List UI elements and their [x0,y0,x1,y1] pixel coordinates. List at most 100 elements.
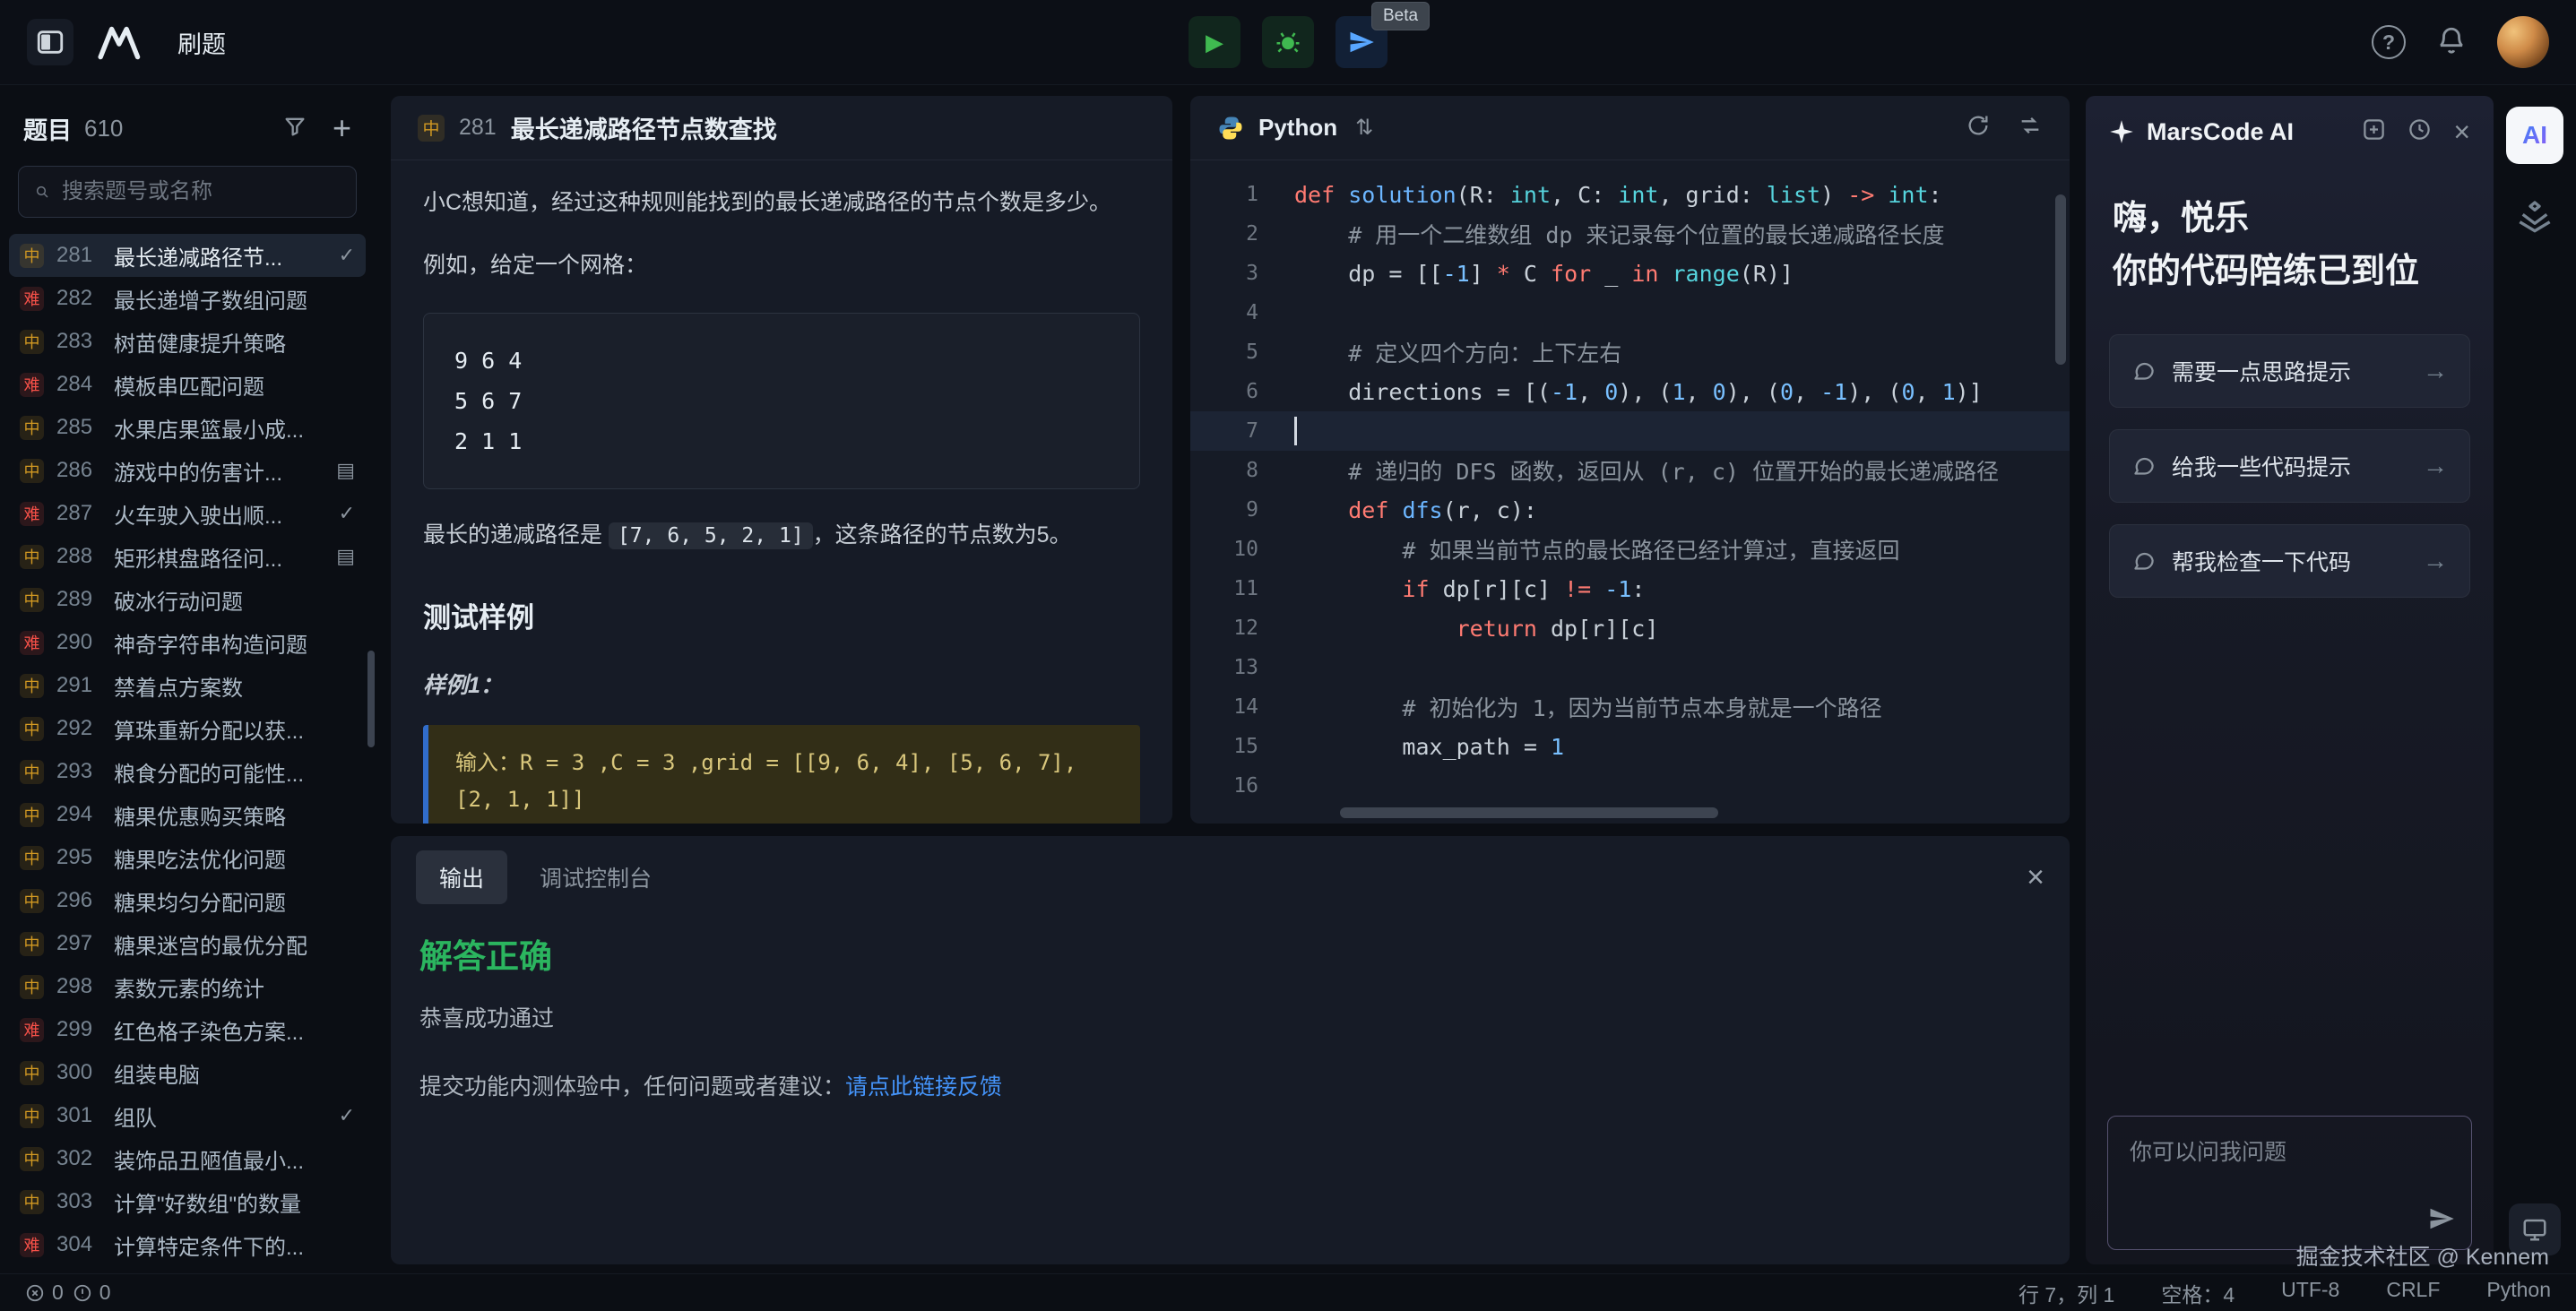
problem-row[interactable]: 中 292 算珠重新分配以获... [9,707,366,750]
problem-row[interactable]: 难 282 最长递增子数组问题 [9,277,366,320]
ai-suggestion-card[interactable]: 帮我检查一下代码 → [2109,524,2470,598]
code-line[interactable]: 8 # 递归的 DFS 函数，返回从 (r, c) 位置开始的最长递减路径 [1190,451,2070,490]
code-line[interactable]: 15 max_path = 1 [1190,727,2070,766]
code-line[interactable]: 10 # 如果当前节点的最长路径已经计算过，直接返回 [1190,530,2070,569]
warnings-indicator[interactable]: 0 [73,1281,111,1305]
code-line[interactable]: 16 [1190,766,2070,806]
problem-row-title: 装饰品丑陋值最小... [114,1143,342,1175]
new-chat-button[interactable] [2362,117,2386,146]
ai-suggestion-label: 需要一点思路提示 [2172,355,2351,387]
editor-horizontal-scrollbar[interactable] [1340,807,1718,818]
code-line[interactable]: 4 [1190,293,2070,332]
marscode-logo-icon[interactable] [97,23,149,61]
code-lines[interactable]: 1 def solution(R: int, C: int, grid: lis… [1190,160,2070,824]
problem-row[interactable]: 中 286 游戏中的伤害计... ▤ [9,449,366,492]
ai-close-button[interactable]: × [2453,117,2470,146]
ai-send-button[interactable] [2428,1205,2455,1237]
line-number: 12 [1190,617,1258,640]
problem-row[interactable]: 中 297 糖果迷宫的最优分配 [9,922,366,965]
notifications-button[interactable] [2436,25,2467,60]
problem-row[interactable]: 中 293 粮食分配的可能性... [9,750,366,793]
problem-row-title: 火车驶入驶出顺... [114,498,326,530]
ai-suggestion-card[interactable]: 给我一些代码提示 → [2109,429,2470,503]
feedback-link[interactable]: 请点此链接反馈 [845,1074,1002,1100]
topbar: 刷题 ▶ Beta ? [0,0,2576,85]
problem-row[interactable]: 中 301 组队 ✓ [9,1094,366,1137]
problem-row[interactable]: 中 283 树苗健康提升策略 [9,320,366,363]
problem-row[interactable]: 难 284 模板串匹配问题 [9,363,366,406]
run-code-button[interactable]: ▶ [1189,16,1240,68]
difficulty-badge: 中 [20,588,44,612]
reset-code-button[interactable] [1966,113,1991,142]
beta-badge: Beta [1371,2,1430,30]
language-label: Python [1258,114,1337,142]
debug-run-button[interactable] [1262,16,1314,68]
problem-row[interactable]: 中 281 最长递减路径节... ✓ [9,234,366,277]
console-close-button[interactable]: × [2027,862,2044,893]
status-item[interactable]: UTF-8 [2281,1278,2339,1308]
problem-row[interactable]: 难 299 红色格子染色方案... [9,1008,366,1051]
code-line[interactable]: 5 # 定义四个方向：上下左右 [1190,332,2070,372]
problem-number: 301 [56,1103,101,1128]
status-item[interactable]: Python [2486,1278,2551,1308]
problem-row-title: 最长递增子数组问题 [114,283,342,315]
problem-list[interactable]: 中 281 最长递减路径节... ✓ 难 282 最长递增子数组问题 中 283… [0,234,375,1273]
juejin-tab[interactable] [2517,198,2553,238]
format-code-button[interactable] [2018,113,2043,142]
code-line[interactable]: 2 # 用一个二维数组 dp 来记录每个位置的最长递减路径长度 [1190,214,2070,254]
problem-row[interactable]: 中 285 水果店果篮最小成... [9,406,366,449]
main-area: 题目 610 + [0,85,2576,1273]
language-switch-icon[interactable]: ⇅ [1355,115,1373,141]
code-line[interactable]: 7 [1190,411,2070,451]
watermark: 掘金技术社区 @ Kennem [2296,1239,2549,1272]
help-button[interactable]: ? [2372,25,2406,59]
status-item[interactable]: 行 7，列 1 [2018,1278,2114,1308]
difficulty-badge: 中 [20,803,44,827]
code-line[interactable]: 13 [1190,648,2070,687]
problem-row[interactable]: 难 287 火车驶入驶出顺... ✓ [9,492,366,535]
ai-question-input[interactable] [2108,1117,2471,1249]
filter-button[interactable] [282,114,307,143]
sidebar-toggle-button[interactable] [27,19,73,65]
ai-suggestion-card[interactable]: 需要一点思路提示 → [2109,334,2470,408]
search-input[interactable] [62,179,340,204]
status-item[interactable]: 空格：4 [2161,1278,2235,1308]
code-line[interactable]: 3 dp = [[-1] * C for _ in range(R)] [1190,254,2070,293]
problem-row[interactable]: 难 290 神奇字符串构造问题 [9,621,366,664]
editor-vertical-scrollbar[interactable] [2055,194,2066,365]
problem-row[interactable]: 中 298 素数元素的统计 [9,965,366,1008]
code-line[interactable]: 1 def solution(R: int, C: int, grid: lis… [1190,175,2070,214]
add-problem-button[interactable]: + [333,112,351,144]
history-button[interactable] [2407,117,2432,146]
path-inline-code: [7, 6, 5, 2, 1] [609,522,813,549]
problem-row-title: 红色格子染色方案... [114,1014,342,1046]
status-item[interactable]: CRLF [2386,1278,2440,1308]
ai-assistant-tab[interactable]: AI [2506,107,2563,164]
problem-number: 282 [56,286,101,311]
difficulty-badge: 难 [20,502,44,526]
problem-row[interactable]: 中 300 组装电脑 [9,1051,366,1094]
problem-row[interactable]: 中 294 糖果优惠购买策略 [9,793,366,836]
problem-row[interactable]: 中 296 糖果均匀分配问题 [9,879,366,922]
problem-row[interactable]: 中 288 矩形棋盘路径问... ▤ [9,535,366,578]
console-tab-输出[interactable]: 输出 [416,850,507,904]
code-line[interactable]: 6 directions = [(-1, 0), (1, 0), (0, -1)… [1190,372,2070,411]
console-tab-调试控制台[interactable]: 调试控制台 [516,850,675,904]
code-line[interactable]: 11 if dp[r][c] != -1: [1190,569,2070,608]
problem-row[interactable]: 中 291 禁着点方案数 [9,664,366,707]
code-line[interactable]: 14 # 初始化为 1，因为当前节点本身就是一个路径 [1190,687,2070,727]
code-line[interactable]: 9 def dfs(r, c): [1190,490,2070,530]
errors-indicator[interactable]: 0 [25,1281,64,1305]
sidebar-scrollbar[interactable] [367,651,375,747]
search-box [18,166,357,218]
problem-row[interactable]: 中 302 装饰品丑陋值最小... [9,1137,366,1180]
problem-row[interactable]: 中 289 破冰行动问题 [9,578,366,621]
problem-description[interactable]: 小C想知道，经过这种规则能找到的最长递减路径的节点个数是多少。 例如，给定一个网… [391,160,1172,824]
problem-paragraph: 小C想知道，经过这种规则能找到的最长递减路径的节点个数是多少。 [423,184,1140,223]
problem-row[interactable]: 难 304 计算特定条件下的... [9,1223,366,1266]
problem-row[interactable]: 中 303 计算"好数组"的数量 [9,1180,366,1223]
problem-row[interactable]: 中 295 糖果吃法优化问题 [9,836,366,879]
code-line[interactable]: 12 return dp[r][c] [1190,608,2070,648]
problem-row-title: 水果店果篮最小成... [114,412,342,444]
user-avatar[interactable] [2497,16,2549,68]
